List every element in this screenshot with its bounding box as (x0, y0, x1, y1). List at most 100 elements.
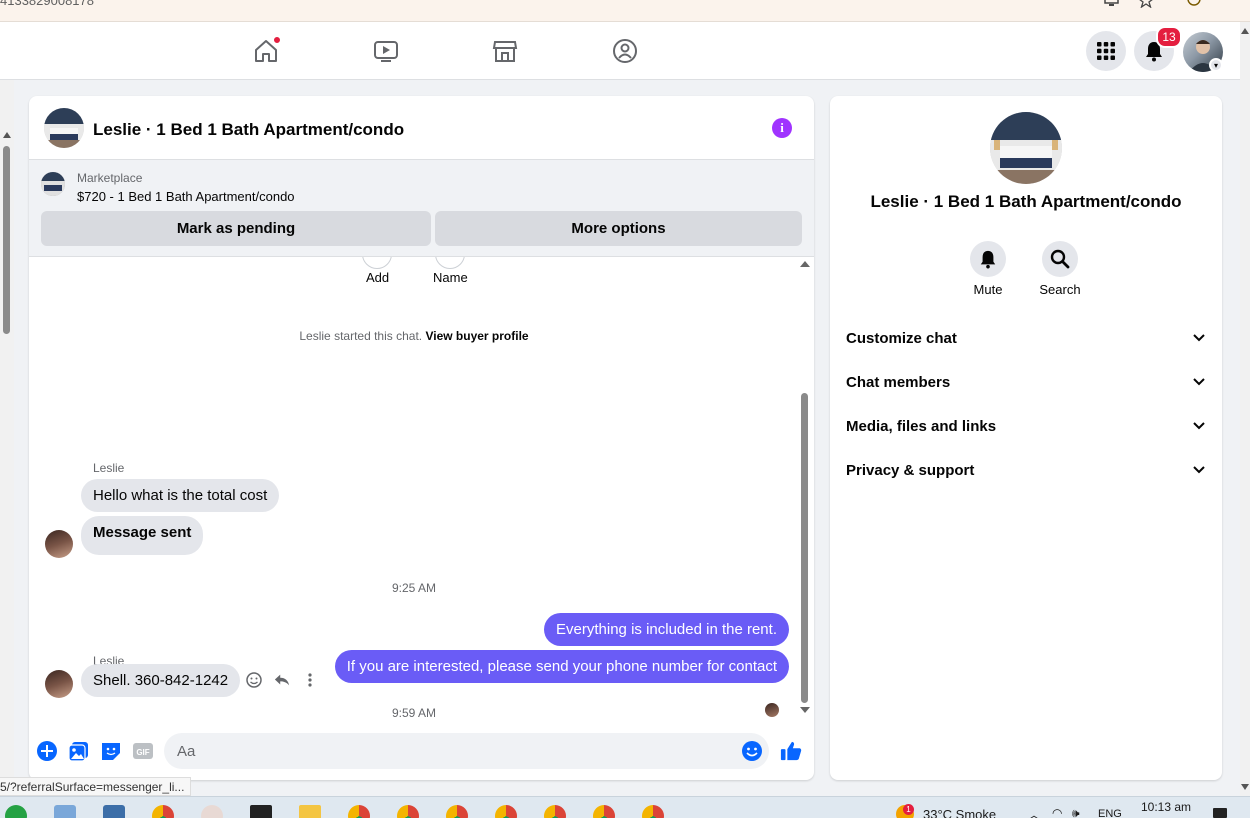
browser-menu-icon[interactable] (1226, 0, 1242, 8)
listing-thumbnail[interactable] (41, 172, 65, 196)
chevron-down-icon (1193, 378, 1205, 386)
tray-chevron-up-icon[interactable]: ︿ (1028, 806, 1040, 818)
page-scrollbar[interactable] (0, 80, 14, 780)
home-icon[interactable] (251, 36, 281, 66)
scrollbar-thumb[interactable] (801, 393, 808, 703)
mark-as-pending-button[interactable]: Mark as pending (41, 211, 431, 246)
account-icon[interactable] (1186, 0, 1202, 8)
leslie-avatar[interactable] (45, 670, 73, 698)
search-button[interactable] (1042, 241, 1078, 277)
message-list[interactable]: Add Name Leslie started this chat. View … (29, 257, 814, 721)
leslie-avatar[interactable] (45, 530, 73, 558)
section-label: Privacy & support (846, 461, 975, 479)
chat-started-notice: Leslie started this chat. View buyer pro… (29, 329, 799, 343)
chevron-down-icon (1193, 334, 1205, 342)
thumbs-up-icon[interactable] (780, 740, 802, 762)
message-input[interactable] (164, 733, 769, 769)
react-smiley-icon[interactable] (246, 672, 262, 688)
whatsapp-icon[interactable] (5, 805, 27, 818)
scroll-down-arrow-icon[interactable] (1241, 784, 1249, 790)
message-scrollbar[interactable] (799, 257, 813, 721)
link-preview-status: 5/?referralSurface=messenger_li... (0, 777, 192, 796)
conversation-info-panel: Leslie · 1 Bed 1 Bath Apartment/condo Mu… (830, 96, 1222, 780)
scroll-up-arrow-icon[interactable] (800, 261, 810, 267)
more-actions-icon[interactable] (302, 672, 318, 688)
message-timestamp: 9:59 AM (391, 706, 437, 720)
chrome-icon[interactable] (642, 805, 664, 818)
reply-icon[interactable] (274, 672, 290, 688)
chrome-icon[interactable] (593, 805, 615, 818)
bell-icon (980, 250, 996, 269)
customize-chat-section[interactable]: Customize chat (846, 318, 1206, 358)
chat-members-section[interactable]: Chat members (846, 362, 1206, 402)
app-icon[interactable] (201, 805, 223, 818)
incoming-message-bubble[interactable]: Message sent (81, 516, 204, 555)
chrome-icon[interactable] (446, 805, 468, 818)
browser-toolbar: 4133829008178 (0, 0, 1250, 22)
add-action-label: Add (366, 270, 390, 285)
section-label: Media, files and links (846, 417, 997, 435)
more-options-button[interactable]: More options (435, 211, 802, 246)
section-label: Customize chat (846, 329, 957, 347)
chrome-icon[interactable] (495, 805, 517, 818)
notifications-button[interactable]: 13 (1134, 26, 1182, 71)
calculator-icon[interactable] (103, 805, 125, 818)
marketplace-listing-bar: Marketplace $720 - 1 Bed 1 Bath Apartmen… (29, 160, 814, 257)
listing-avatar[interactable] (44, 108, 84, 148)
scroll-up-arrow-icon[interactable] (1241, 28, 1249, 34)
emoji-icon[interactable] (741, 740, 763, 762)
outgoing-message-bubble[interactable]: If you are interested, please send your … (334, 650, 789, 683)
language-indicator[interactable]: ENG (1098, 808, 1122, 818)
privacy-support-section[interactable]: Privacy & support (846, 450, 1206, 490)
sticker-icon[interactable] (100, 740, 122, 762)
listing-title[interactable]: $720 - 1 Bed 1 Bath Apartment/condo (77, 189, 295, 204)
plus-icon[interactable] (36, 740, 58, 762)
chrome-icon[interactable] (152, 805, 174, 818)
windows-taskbar: 1 33°C Smoke ︿ ◠ 🕪 ENG 10:13 am (0, 796, 1250, 818)
conversation-info-icon[interactable]: i (772, 118, 792, 138)
chevron-down-icon (1193, 422, 1205, 430)
chat-title[interactable]: Leslie · 1 Bed 1 Bath Apartment/condo (93, 120, 404, 140)
photo-icon[interactable] (68, 740, 90, 762)
volume-icon[interactable]: 🕪 (1072, 806, 1080, 818)
groups-icon[interactable] (610, 36, 640, 66)
name-action-button[interactable] (435, 257, 465, 269)
mute-label: Mute (973, 282, 1003, 297)
message-composer: GIF (29, 728, 814, 774)
view-buyer-profile-link[interactable]: View buyer profile (425, 329, 528, 343)
chrome-icon[interactable] (544, 805, 566, 818)
incoming-message-bubble[interactable]: Hello what is the total cost (81, 479, 280, 512)
video-icon[interactable] (371, 36, 401, 66)
section-label: Chat members (846, 373, 951, 391)
svg-text:GIF: GIF (136, 748, 149, 757)
add-action-button[interactable] (362, 257, 392, 269)
search-label: Search (1039, 282, 1081, 297)
apps-menu-button[interactable] (1086, 31, 1126, 71)
scroll-down-arrow-icon[interactable] (800, 707, 810, 713)
account-chevron-down-icon[interactable]: ▾ (1209, 58, 1223, 72)
gif-icon[interactable]: GIF (132, 740, 154, 762)
chat-header: Leslie · 1 Bed 1 Bath Apartment/condo i (29, 96, 814, 160)
clock-time[interactable]: 10:13 am (1141, 800, 1191, 814)
mute-button[interactable] (970, 241, 1006, 277)
chrome-icon[interactable] (397, 805, 419, 818)
media-files-links-section[interactable]: Media, files and links (846, 406, 1206, 446)
address-bar-text[interactable]: 4133829008178 (0, 0, 94, 8)
bookmark-star-icon[interactable] (1138, 0, 1154, 9)
file-icon[interactable] (54, 805, 76, 818)
folder-icon[interactable] (299, 805, 321, 818)
scroll-up-arrow-icon[interactable] (3, 132, 11, 138)
cast-icon[interactable] (1104, 0, 1120, 8)
incoming-message-bubble[interactable]: Shell. 360-842-1242 (81, 664, 241, 697)
network-icon[interactable]: ◠ (1052, 806, 1062, 818)
terminal-icon[interactable] (250, 805, 272, 818)
notification-center-icon[interactable] (1213, 808, 1227, 818)
page-right-scrollbar[interactable] (1240, 22, 1250, 796)
listing-avatar-large[interactable] (990, 112, 1062, 184)
facebook-top-nav: 13 ▾ (0, 22, 1240, 80)
scrollbar-thumb[interactable] (3, 146, 10, 334)
outgoing-message-bubble[interactable]: Everything is included in the rent. (544, 613, 789, 646)
weather-text[interactable]: 33°C Smoke (923, 807, 996, 818)
marketplace-icon[interactable] (490, 36, 520, 66)
chrome-icon[interactable] (348, 805, 370, 818)
